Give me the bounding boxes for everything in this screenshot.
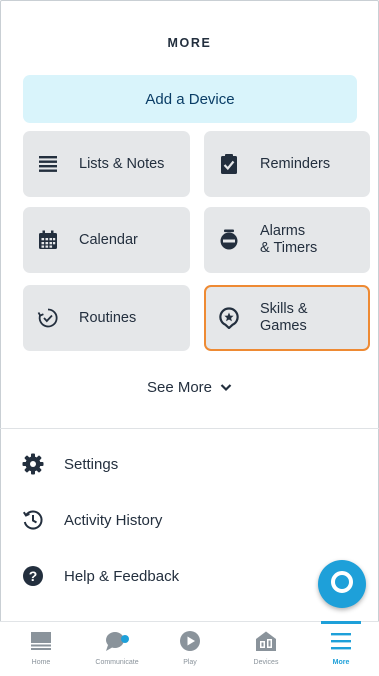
add-device-button[interactable]: Add a Device xyxy=(23,75,357,123)
tile-lists-notes[interactable]: Lists & Notes xyxy=(23,131,190,197)
help-icon: ? xyxy=(22,565,44,587)
tile-alarms-timers[interactable]: Alarms & Timers xyxy=(204,207,370,273)
see-more-button[interactable]: See More xyxy=(0,379,379,396)
tab-communicate[interactable]: Communicate xyxy=(81,622,153,676)
active-tab-indicator xyxy=(321,621,361,624)
menu-icon xyxy=(328,629,354,653)
devices-icon xyxy=(253,629,279,653)
menu-item-settings[interactable]: Settings xyxy=(22,449,118,479)
tab-more[interactable]: More xyxy=(305,621,377,676)
play-icon xyxy=(177,629,203,653)
skills-icon xyxy=(218,307,240,329)
chat-icon xyxy=(104,629,130,653)
tile-routines[interactable]: Routines xyxy=(23,285,190,351)
history-icon xyxy=(22,509,44,531)
menu-item-activity-history[interactable]: Activity History xyxy=(22,505,162,535)
tile-calendar[interactable]: Calendar xyxy=(23,207,190,273)
see-more-label: See More xyxy=(146,379,213,396)
page-title: MORE xyxy=(167,36,212,50)
alarm-clock-icon xyxy=(218,229,240,251)
divider xyxy=(0,428,379,429)
tile-label: Calendar xyxy=(79,231,138,248)
tab-label: Play xyxy=(183,659,197,666)
menu-label: Help & Feedback xyxy=(64,567,180,585)
menu-label: Activity History xyxy=(64,511,163,529)
tile-label: Reminders xyxy=(260,155,331,172)
alexa-button[interactable] xyxy=(318,560,366,608)
home-icon xyxy=(28,629,54,653)
list-icon xyxy=(37,153,59,175)
gear-icon xyxy=(22,453,44,475)
tile-label: Skills & Games xyxy=(260,301,308,334)
svg-text:?: ? xyxy=(29,568,38,584)
menu-label: Settings xyxy=(64,455,119,473)
tab-label: More xyxy=(332,659,350,666)
calendar-icon xyxy=(37,229,59,251)
routines-icon xyxy=(37,307,59,329)
tile-skills-games[interactable]: Skills & Games xyxy=(204,285,370,351)
tab-devices[interactable]: Devices xyxy=(230,622,302,676)
tile-label: Routines xyxy=(79,309,137,326)
add-device-label: Add a Device xyxy=(145,90,235,108)
tab-label: Home xyxy=(31,659,51,666)
tab-home[interactable]: Home xyxy=(5,622,77,676)
tile-reminders[interactable]: Reminders xyxy=(204,131,370,197)
clipboard-check-icon xyxy=(218,153,240,175)
bottom-tab-bar: Home Communicate Play Devices More xyxy=(0,621,379,676)
tile-label: Lists & Notes xyxy=(79,155,165,172)
alexa-ring-icon xyxy=(329,569,355,600)
tab-label: Devices xyxy=(253,659,279,666)
chevron-down-icon xyxy=(220,383,232,392)
tab-label: Communicate xyxy=(95,659,139,666)
menu-item-help-feedback[interactable]: ? Help & Feedback xyxy=(22,561,179,591)
tile-label: Alarms & Timers xyxy=(260,223,318,256)
tab-play[interactable]: Play xyxy=(154,622,226,676)
